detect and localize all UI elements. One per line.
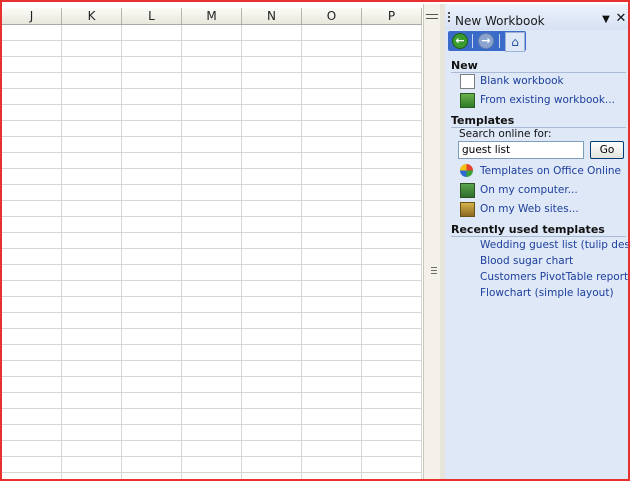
- recent-template-link[interactable]: Flowchart (simple layout): [480, 287, 614, 299]
- task-pane-title-bar: New Workbook ▼ ✕: [445, 4, 628, 30]
- split-box[interactable]: [426, 14, 438, 19]
- blank-document-icon: [460, 74, 475, 89]
- recent-template-link[interactable]: Wedding guest list (tulip design): [480, 239, 628, 251]
- task-pane-title: New Workbook: [455, 14, 545, 28]
- chevron-down-icon[interactable]: ▼: [600, 14, 612, 26]
- go-button[interactable]: Go: [590, 141, 624, 159]
- web-sites-folder-icon: [460, 202, 475, 217]
- office-online-icon: [460, 164, 473, 177]
- nav-separator: [472, 34, 473, 48]
- on-my-computer-link[interactable]: On my computer...: [480, 184, 578, 196]
- forward-icon[interactable]: →: [478, 33, 494, 49]
- pane-resize-grip[interactable]: [431, 267, 437, 276]
- recent-template-link[interactable]: Blood sugar chart: [480, 255, 573, 267]
- recent-template-link[interactable]: Customers PivotTable report: [480, 271, 628, 283]
- column-header-row: J K L M N O P: [2, 8, 422, 25]
- back-icon[interactable]: ←: [452, 33, 468, 49]
- section-heading-templates: Templates: [451, 114, 515, 127]
- cell-grid[interactable]: [2, 25, 422, 479]
- task-pane: New Workbook ▼ ✕ ← → ⌂ New Blank workboo…: [445, 4, 628, 479]
- computer-templates-icon: [460, 183, 475, 198]
- column-header-p[interactable]: P: [362, 8, 422, 24]
- existing-workbook-icon: [460, 93, 475, 108]
- templates-office-online-link[interactable]: Templates on Office Online: [480, 165, 621, 177]
- column-header-l[interactable]: L: [122, 8, 182, 24]
- section-heading-new: New: [451, 59, 478, 72]
- vertical-scrollbar[interactable]: [423, 4, 440, 479]
- column-header-j[interactable]: J: [2, 8, 62, 24]
- section-heading-recent-templates: Recently used templates: [451, 223, 605, 236]
- task-pane-nav-bar: ← → ⌂: [448, 31, 526, 52]
- blank-workbook-link[interactable]: Blank workbook: [480, 75, 564, 87]
- template-search-input[interactable]: [458, 141, 584, 159]
- worksheet: J K L M N O P: [2, 8, 422, 479]
- search-online-label: Search online for:: [459, 128, 552, 140]
- nav-separator: [499, 34, 500, 48]
- column-header-n[interactable]: N: [242, 8, 302, 24]
- close-icon[interactable]: ✕: [615, 12, 627, 25]
- column-header-m[interactable]: M: [182, 8, 242, 24]
- from-existing-workbook-link[interactable]: From existing workbook...: [480, 94, 615, 106]
- section-divider: [451, 72, 626, 73]
- section-divider: [451, 236, 626, 237]
- drag-handle-icon[interactable]: [448, 12, 450, 24]
- on-my-web-sites-link[interactable]: On my Web sites...: [480, 203, 579, 215]
- column-header-o[interactable]: O: [302, 8, 362, 24]
- column-header-k[interactable]: K: [62, 8, 122, 24]
- excel-window: J K L M N O P New Workbook ▼ ✕ ← → ⌂ New: [0, 0, 630, 481]
- home-icon[interactable]: ⌂: [505, 32, 525, 52]
